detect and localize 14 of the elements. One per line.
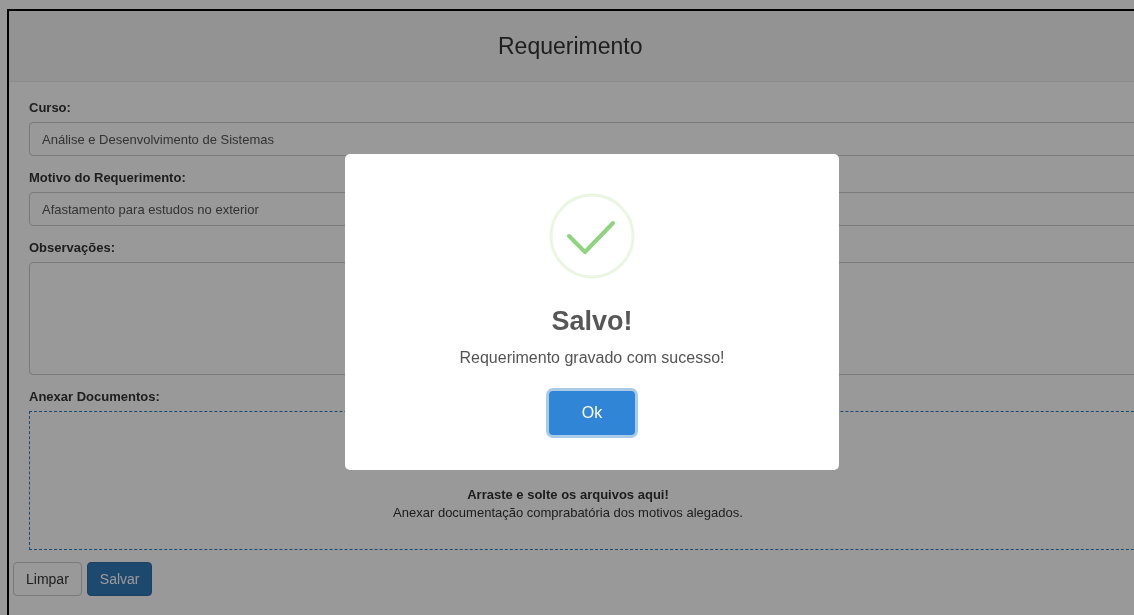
- drop-heading: Arraste e solte os arquivos aqui!: [467, 487, 669, 502]
- clear-button[interactable]: Limpar: [13, 562, 82, 596]
- field-label: Observações:: [29, 240, 116, 255]
- field-label: Curso:: [29, 100, 72, 115]
- field-label: Motivo do Requerimento:: [29, 170, 187, 185]
- drop-hint: Anexar documentação comprabatória dos motivos alegados.: [393, 505, 743, 520]
- dialog-message: Requerimento gravado com sucesso!: [459, 349, 725, 367]
- checkmark-icon: [548, 192, 636, 280]
- dialog-title: Salvo!: [551, 306, 633, 337]
- field-label: Anexar Documentos:: [29, 389, 161, 404]
- save-button[interactable]: Salvar: [86, 562, 153, 596]
- input-field[interactable]: Análise e Desenvolvimento de Sistemas: [29, 122, 1134, 156]
- ok-button[interactable]: Ok: [549, 391, 635, 435]
- page-title: Requerimento: [498, 32, 643, 60]
